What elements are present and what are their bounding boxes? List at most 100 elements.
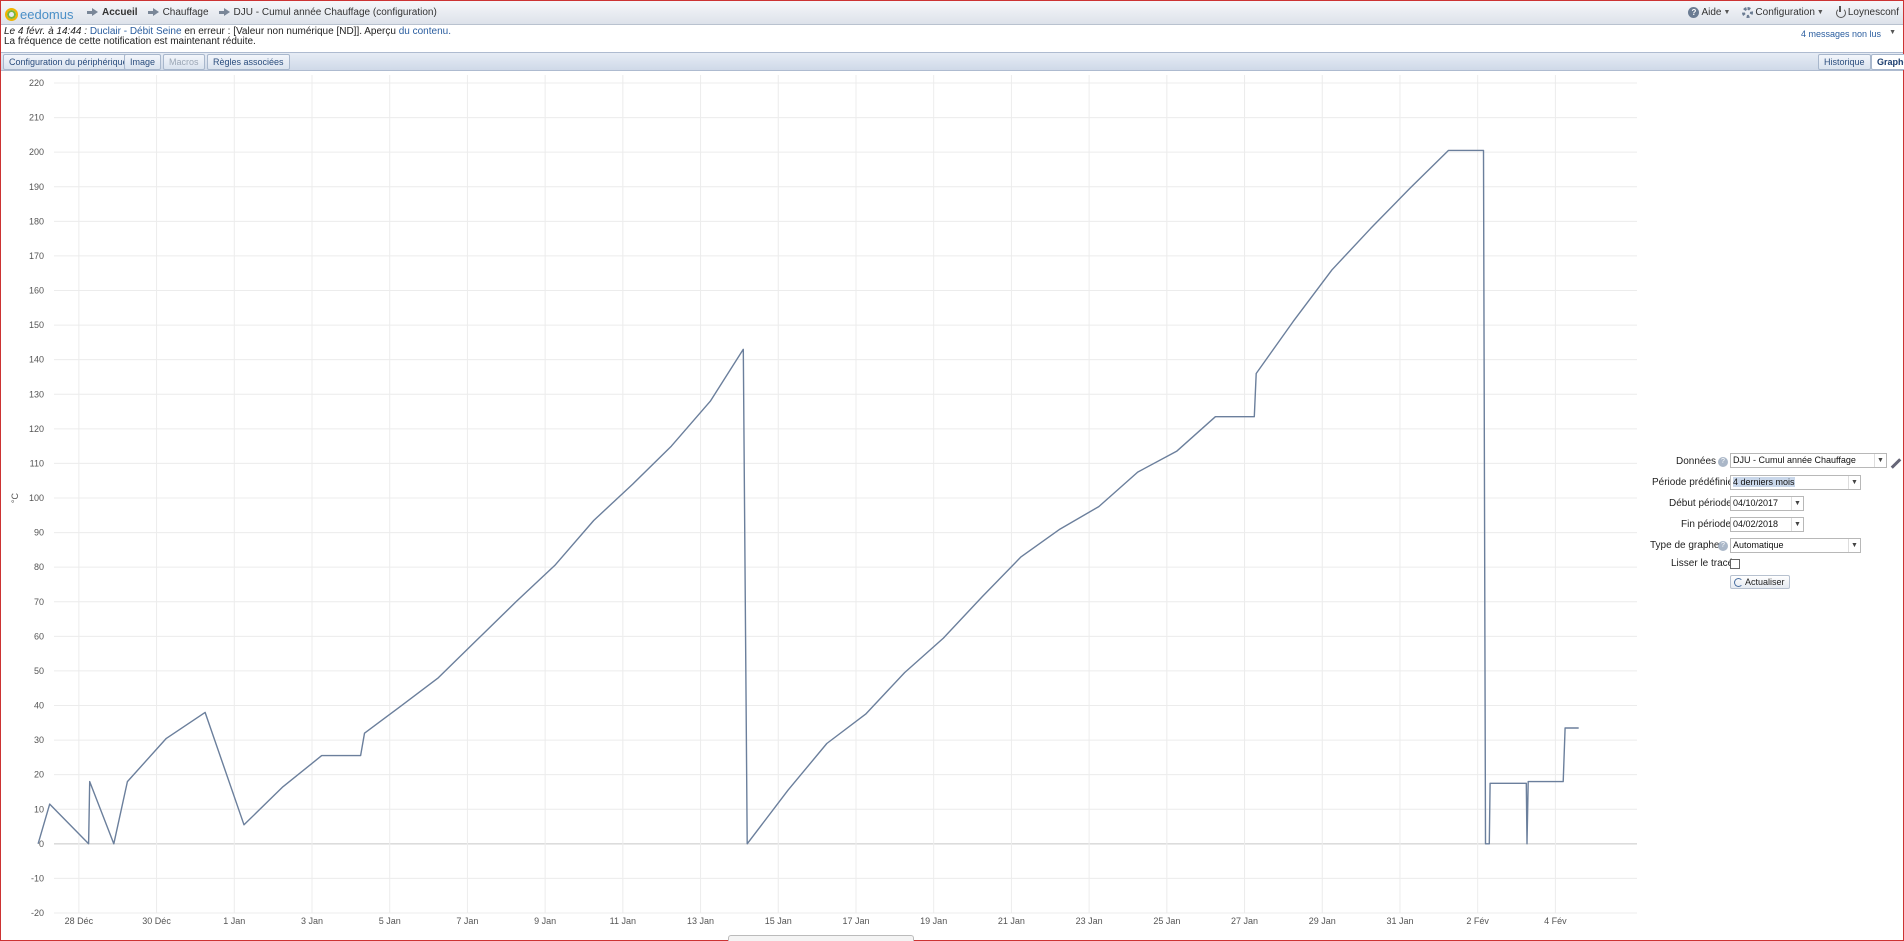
donnees-select[interactable]: DJU - Cumul année Chauffage ▼	[1730, 453, 1887, 468]
y-tick-label: 50	[34, 666, 44, 676]
y-tick-label: 110	[30, 458, 44, 468]
lisser-label: Lisser le tracé	[1671, 558, 1734, 569]
x-tick-label: 7 Jan	[456, 916, 478, 926]
y-tick-label: -10	[31, 873, 44, 883]
y-tick-label: 180	[29, 216, 44, 226]
y-tick-label: 220	[29, 78, 44, 88]
x-tick-label: 17 Jan	[842, 916, 869, 926]
tab-regles[interactable]: Règles associées	[207, 54, 290, 70]
select-value: 4 derniers mois	[1733, 477, 1795, 487]
x-tick-label: 1 Jan	[223, 916, 245, 926]
breadcrumb-label: Accueil	[102, 7, 138, 18]
fin-label: Fin période	[1681, 519, 1732, 530]
user-label: Loynesconf	[1847, 7, 1899, 18]
chevron-down-icon: ▼	[1848, 476, 1860, 489]
periode-select[interactable]: 4 derniers mois ▼	[1730, 475, 1861, 490]
tab-configuration[interactable]: Configuration du périphérique	[3, 54, 134, 70]
breadcrumb-home[interactable]: Accueil	[87, 7, 138, 18]
caret-down-icon: ▼	[1889, 29, 1896, 36]
x-tick-label: 5 Jan	[379, 916, 401, 926]
arrow-right-icon	[218, 8, 230, 17]
debut-label: Début période	[1669, 498, 1732, 509]
label-text: Données	[1676, 456, 1717, 467]
y-tick-label: 160	[29, 286, 44, 296]
y-tick-label: 140	[29, 355, 44, 365]
help-icon[interactable]: ?	[1718, 541, 1728, 551]
unread-label: 4 messages non lus	[1801, 29, 1882, 39]
y-tick-label: 210	[29, 113, 44, 123]
logo[interactable]: eedomus	[5, 6, 73, 22]
arrow-right-icon	[147, 8, 159, 17]
notification-message: Le 4 févr. à 14:44 : Duclair - Débit Sei…	[4, 27, 451, 47]
x-tick-label: 30 Déc	[142, 916, 171, 926]
config-menu[interactable]: Configuration ▼	[1742, 7, 1824, 18]
arrow-right-icon	[87, 8, 98, 17]
help-icon[interactable]: ?	[1718, 457, 1728, 467]
chevron-down-icon: ▼	[1791, 497, 1803, 510]
y-tick-label: 10	[34, 804, 44, 814]
logo-ring-icon	[5, 7, 18, 21]
y-tick-label: 200	[29, 147, 44, 157]
breadcrumb-chauffage[interactable]: Chauffage	[147, 7, 209, 18]
chart-scrollbar[interactable]	[728, 935, 914, 941]
tab-macros[interactable]: Macros	[163, 54, 205, 70]
breadcrumb: Accueil Chauffage DJU - Cumul année Chau…	[87, 7, 447, 18]
input-value: 04/10/2017	[1733, 498, 1779, 508]
x-tick-label: 21 Jan	[998, 916, 1025, 926]
power-icon	[1835, 5, 1846, 18]
logout-button[interactable]: Loynesconf	[1835, 5, 1899, 18]
y-tick-label: 70	[34, 597, 44, 607]
unread-messages[interactable]: 4 messages non lus ▼	[1801, 29, 1896, 39]
x-tick-label: 28 Déc	[65, 916, 94, 926]
help-menu[interactable]: ? Aide ▼	[1688, 7, 1730, 18]
logo-text: eedomus	[20, 6, 74, 22]
y-tick-label: 190	[29, 182, 44, 192]
x-tick-label: 23 Jan	[1076, 916, 1103, 926]
x-tick-label: 27 Jan	[1231, 916, 1258, 926]
lisser-checkbox[interactable]	[1730, 559, 1740, 569]
top-bar: eedomus Accueil Chauffage DJU - Cumul an…	[1, 1, 1903, 25]
debut-date-input[interactable]: 04/10/2017 ▼	[1730, 496, 1804, 511]
x-tick-label: 13 Jan	[687, 916, 714, 926]
y-tick-label: 20	[34, 770, 44, 780]
type-label: Type de graphe	[1650, 540, 1720, 551]
refresh-icon	[1734, 577, 1743, 587]
y-tick-label: 120	[29, 424, 44, 434]
tab-historique[interactable]: Historique	[1818, 54, 1871, 70]
notification-content-link[interactable]: du contenu.	[399, 26, 451, 37]
refresh-button[interactable]: Actualiser	[1730, 575, 1790, 589]
refresh-label: Actualiser	[1745, 577, 1785, 587]
top-right-menu: ? Aide ▼ Configuration ▼ Loynesconf	[1688, 5, 1899, 18]
fin-date-input[interactable]: 04/02/2018 ▼	[1730, 517, 1804, 532]
x-tick-label: 11 Jan	[610, 916, 636, 926]
tab-image[interactable]: Image	[124, 54, 162, 70]
caret-down-icon: ▼	[1723, 9, 1731, 16]
select-value: DJU - Cumul année Chauffage	[1733, 455, 1856, 465]
x-tick-label: 19 Jan	[920, 916, 947, 926]
y-tick-label: 30	[34, 735, 44, 745]
chevron-down-icon: ▼	[1848, 539, 1860, 552]
y-tick-label: 90	[34, 528, 44, 538]
gear-icon	[1742, 7, 1754, 18]
x-tick-label: 9 Jan	[534, 916, 556, 926]
chevron-down-icon: ▼	[1791, 518, 1803, 531]
type-select[interactable]: Automatique ▼	[1730, 538, 1861, 553]
tab-graphe[interactable]: Graphe	[1871, 54, 1904, 70]
breadcrumb-current: DJU - Cumul année Chauffage (configurati…	[218, 7, 437, 18]
y-axis-label: °C	[10, 492, 20, 503]
help-label: Aide	[1701, 7, 1722, 18]
periode-label: Période prédéfinie	[1652, 477, 1734, 488]
x-tick-label: 4 Fév	[1544, 916, 1567, 926]
y-tick-label: 130	[29, 389, 44, 399]
y-tick-label: 150	[29, 320, 44, 330]
x-tick-label: 3 Jan	[301, 916, 323, 926]
x-tick-label: 31 Jan	[1386, 916, 1413, 926]
donnees-label: Données	[1676, 456, 1716, 467]
line-chart: -20-100102030405060708090100110120130140…	[10, 75, 1637, 926]
y-tick-label: 80	[34, 562, 44, 572]
y-tick-label: 60	[34, 631, 44, 641]
y-tick-label: 40	[34, 701, 44, 711]
y-tick-label: 170	[29, 251, 44, 261]
breadcrumb-label: DJU - Cumul année Chauffage (configurati…	[233, 7, 437, 18]
x-tick-label: 29 Jan	[1309, 916, 1336, 926]
